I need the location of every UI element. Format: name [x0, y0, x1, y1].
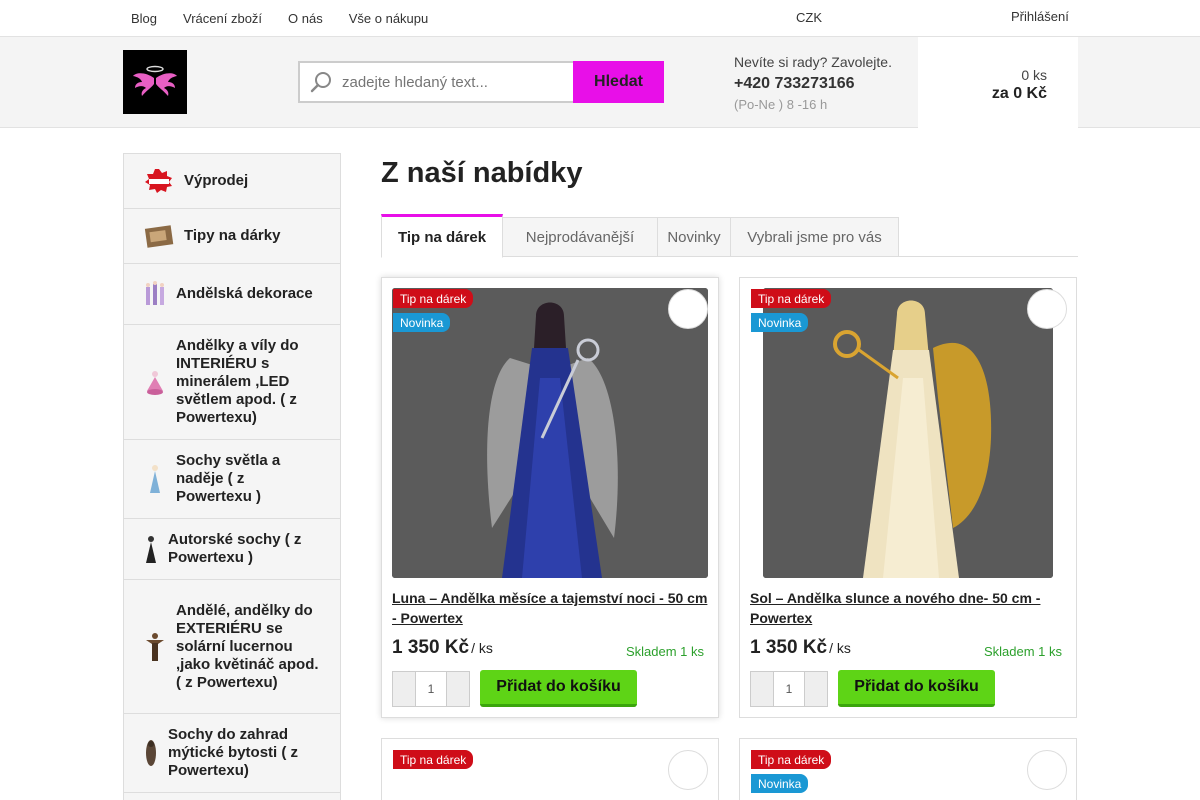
angel-decor-icon — [144, 281, 166, 307]
favorite-button[interactable] — [668, 750, 708, 790]
quantity-stepper: 1 — [392, 671, 470, 707]
qty-decrease-button[interactable] — [393, 672, 415, 706]
opening-hours: (Po-Ne ) 8 -16 h — [734, 97, 828, 112]
add-to-cart-button[interactable]: Přidat do košíku — [480, 670, 637, 707]
product-card[interactable]: Tip na dárek Novinka — [739, 738, 1077, 800]
sidebar-item-label: Andělky a víly do INTERIÉRU s minerálem … — [176, 337, 299, 426]
favorite-button[interactable] — [1027, 289, 1067, 329]
favorite-button[interactable] — [668, 289, 708, 329]
qty-increase-button[interactable] — [805, 672, 827, 706]
top-nav: Blog Vrácení zboží O nás Vše o nákupu — [118, 0, 441, 36]
product-image[interactable] — [763, 288, 1053, 578]
tab-bestsellers[interactable]: Nejprodávanější — [502, 217, 658, 257]
flag-gift-tip: Tip na dárek — [393, 750, 474, 769]
gold-angel-statue-image — [763, 288, 1053, 578]
tab-news[interactable]: Novinky — [657, 217, 731, 257]
product-card[interactable]: Tip na dárek Novinka Sol – Andělka slunc… — [739, 277, 1077, 718]
search-input[interactable] — [342, 73, 562, 91]
flag-gift-tip: Tip na dárek — [751, 289, 832, 308]
logo[interactable] — [123, 50, 187, 114]
gift-box-icon — [144, 223, 174, 249]
contact-question: Nevíte si rady? Zavolejte. — [734, 54, 892, 70]
nav-link-about[interactable]: O nás — [275, 11, 336, 26]
sidebar-item-label: Sochy světla a naděje ( z Powertexu ) — [176, 452, 281, 505]
sidebar-item-sale[interactable]: Výprodej — [124, 154, 340, 209]
search-icon — [310, 72, 331, 93]
currency-selector[interactable]: CZK — [796, 10, 822, 25]
page-title: Z naší nabídky — [381, 157, 583, 189]
search-form: Hledat — [298, 61, 664, 103]
statue-light-icon — [144, 463, 166, 495]
qty-input[interactable]: 1 — [773, 672, 805, 706]
qty-increase-button[interactable] — [447, 672, 469, 706]
nav-link-blog[interactable]: Blog — [118, 11, 170, 26]
sidebar-item-interior-fairies[interactable]: Andělky a víly do INTERIÉRU s minerálem … — [124, 325, 340, 440]
sidebar-item-label: Andělská dekorace — [176, 285, 313, 302]
sidebar-item-label: Výprodej — [184, 172, 249, 189]
garden-angel-icon — [144, 631, 166, 663]
sale-badge-icon — [144, 168, 174, 194]
sidebar-item-label: Tipy na dárky — [184, 227, 281, 244]
flag-gift-tip: Tip na dárek — [393, 289, 474, 308]
fairy-figure-icon — [144, 367, 166, 397]
sidebar-item-light-statues[interactable]: Sochy světla a naděje ( z Powertexu ) — [124, 440, 340, 519]
cart-count: 0 ks — [1021, 67, 1047, 83]
sidebar-item-angel-decor[interactable]: Andělská dekorace — [124, 264, 340, 325]
search-field[interactable] — [298, 61, 573, 103]
stock-status: Skladem 1 ks — [983, 644, 1062, 659]
qty-input[interactable]: 1 — [415, 672, 447, 706]
product-tabs: Tip na dárek Nejprodávanější Novinky Vyb… — [381, 214, 1078, 258]
flag-new: Novinka — [751, 774, 809, 793]
cart-summary[interactable]: 0 ks za 0 Kč — [918, 37, 1078, 128]
search-button[interactable]: Hledat — [573, 61, 664, 103]
sidebar-item-garden-mythic[interactable]: Sochy do zahrad mýtické bytosti ( z Powe… — [124, 714, 340, 793]
favorite-button[interactable] — [1027, 750, 1067, 790]
sidebar-item-label: Autorské sochy ( z Powertexu ) — [168, 531, 302, 566]
product-name[interactable]: Sol – Andělka slunce a nového dne- 50 cm… — [750, 588, 1070, 628]
qty-decrease-button[interactable] — [751, 672, 773, 706]
stock-status: Skladem 1 ks — [625, 644, 704, 659]
flag-new: Novinka — [393, 313, 451, 332]
tab-our-picks[interactable]: Vybrali jsme pro vás — [730, 217, 899, 257]
author-statue-icon — [144, 534, 158, 564]
contact-info: Nevíte si rady? Zavolejte. +420 73327316… — [734, 54, 892, 112]
sidebar-item-author-statues[interactable]: Autorské sochy ( z Powertexu ) — [124, 519, 340, 580]
price-value: 1 350 Kč — [392, 637, 470, 658]
sidebar-item-label: Andělé, andělky do EXTERIÉRU se solární … — [176, 601, 319, 691]
category-sidebar: Výprodej Tipy na dárky Andělská dekorace… — [123, 153, 341, 800]
quantity-stepper: 1 — [750, 671, 828, 707]
angel-wings-logo-icon — [133, 65, 177, 96]
top-bar: Blog Vrácení zboží O nás Vše o nákupu CZ… — [0, 0, 1200, 37]
login-link[interactable]: Přihlášení — [1011, 9, 1069, 24]
product-card[interactable]: Tip na dárek — [381, 738, 719, 800]
flag-new: Novinka — [751, 313, 809, 332]
product-price: 1 350 Kč / ks — [750, 637, 851, 659]
price-unit: / ks — [471, 640, 493, 656]
cart-total: za 0 Kč — [991, 85, 1047, 102]
mythic-statue-icon — [144, 738, 158, 768]
product-name[interactable]: Luna – Andělka měsíce a tajemství noci -… — [392, 588, 712, 628]
add-to-cart-button[interactable]: Přidat do košíku — [838, 670, 995, 707]
flag-gift-tip: Tip na dárek — [751, 750, 832, 769]
tab-gift-tip[interactable]: Tip na dárek — [381, 214, 503, 258]
product-price: 1 350 Kč / ks — [392, 637, 493, 659]
sidebar-item-gift-tips[interactable]: Tipy na dárky — [124, 209, 340, 264]
sidebar-item-label: Sochy do zahrad mýtické bytosti ( z Powe… — [168, 726, 299, 779]
phone-number[interactable]: +420 733273166 — [734, 75, 892, 93]
product-card[interactable]: Tip na dárek Novinka Luna – Andělka měsí… — [381, 277, 719, 718]
header: Hledat Nevíte si rady? Zavolejte. +420 7… — [0, 37, 1200, 128]
price-unit: / ks — [829, 640, 851, 656]
sidebar-item-exterior-angels[interactable]: Andělé, andělky do EXTERIÉRU se solární … — [124, 580, 340, 714]
price-value: 1 350 Kč — [750, 637, 828, 658]
nav-link-returns[interactable]: Vrácení zboží — [170, 11, 275, 26]
nav-link-shopping-info[interactable]: Vše o nákupu — [336, 11, 442, 26]
